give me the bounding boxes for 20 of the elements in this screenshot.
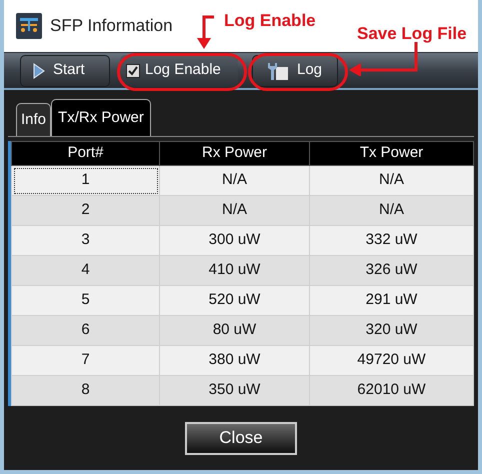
table-cell: 1 xyxy=(12,166,160,196)
column-header: Tx Power xyxy=(310,142,474,166)
column-header: Rx Power xyxy=(160,142,310,166)
table-cell: 350 uW xyxy=(160,376,310,406)
annotation-label: Save Log File xyxy=(357,23,467,45)
play-icon xyxy=(33,62,45,78)
close-button[interactable]: Close xyxy=(185,422,297,454)
start-button[interactable]: Start xyxy=(20,54,110,86)
table-cell: 62010 uW xyxy=(310,376,474,406)
tab[interactable]: Info xyxy=(16,103,52,136)
log-button[interactable]: Log xyxy=(252,54,338,86)
table-cell: 8 xyxy=(12,376,160,406)
column-header: Port# xyxy=(12,142,160,166)
window-title: SFP Information xyxy=(50,15,173,38)
annotation-label: Log Enable xyxy=(224,10,316,32)
tab[interactable]: Tx/Rx Power xyxy=(51,99,151,136)
app-icon xyxy=(16,13,42,39)
wrench-icon xyxy=(265,60,289,80)
check-icon xyxy=(128,66,138,76)
log-enable-checkbox[interactable]: Log Enable xyxy=(120,54,238,86)
